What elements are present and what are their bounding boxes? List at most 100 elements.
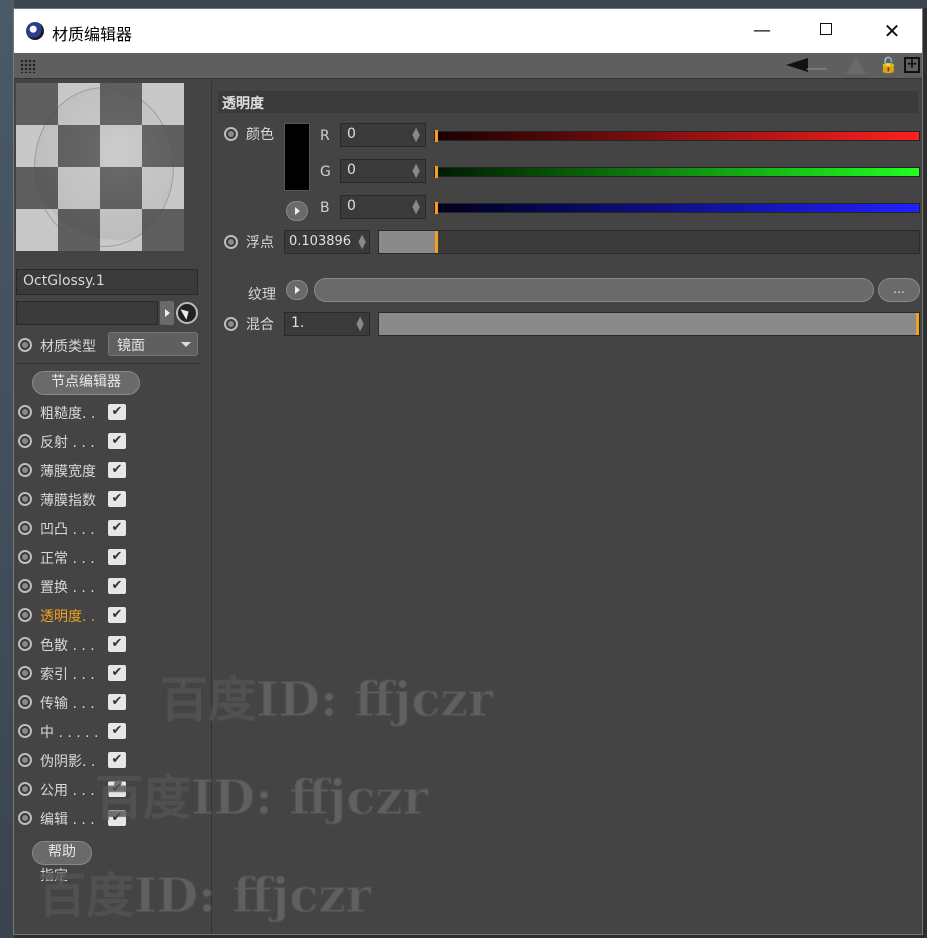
spinner-icon[interactable]: ▲ ▼ — [356, 316, 364, 333]
channel-enable-checkbox[interactable]: ✔ — [108, 723, 126, 739]
channel-item[interactable]: 索引 . . . ✔ — [18, 660, 208, 688]
channel-item[interactable]: 反射 . . . ✔ — [18, 428, 208, 456]
texture-field[interactable] — [314, 278, 874, 302]
channel-radio[interactable] — [18, 550, 32, 564]
mix-slider-handle[interactable] — [916, 313, 919, 335]
b-slider-handle[interactable] — [435, 202, 438, 214]
channel-label[interactable]: 色散 . . . — [40, 635, 95, 655]
channel-enable-checkbox[interactable]: ✔ — [108, 404, 126, 420]
channel-item[interactable]: 薄膜宽度 ✔ — [18, 457, 208, 485]
color-radio[interactable] — [224, 127, 238, 141]
r-slider[interactable] — [434, 130, 920, 142]
texture-expand-button[interactable] — [286, 280, 308, 300]
channel-enable-checkbox[interactable]: ✔ — [108, 810, 126, 826]
channel-radio[interactable] — [18, 695, 32, 709]
channel-radio[interactable] — [18, 463, 32, 477]
channel-label[interactable]: 反射 . . . — [40, 432, 95, 452]
channel-radio[interactable] — [18, 753, 32, 767]
channel-item[interactable]: 置换 . . . ✔ — [18, 573, 208, 601]
g-slider-handle[interactable] — [435, 166, 438, 178]
channel-item[interactable]: 中 . . . . . ✔ — [18, 718, 208, 746]
grip-icon[interactable] — [20, 59, 36, 73]
channel-enable-checkbox[interactable]: ✔ — [108, 636, 126, 652]
channel-radio[interactable] — [18, 608, 32, 622]
channel-radio[interactable] — [18, 405, 32, 419]
channel-radio[interactable] — [18, 811, 32, 825]
channel-item[interactable]: 编辑 . . . ✔ — [18, 805, 208, 833]
channel-radio[interactable] — [18, 579, 32, 593]
b-value-field[interactable]: 0 ▲ ▼ — [340, 195, 426, 219]
minimize-button[interactable]: — — [742, 17, 782, 45]
material-name-field[interactable]: OctGlossy.1 — [16, 269, 198, 295]
channel-item[interactable]: 透明度. . ✔ — [18, 602, 208, 630]
r-slider-handle[interactable] — [435, 130, 438, 142]
b-slider[interactable] — [434, 202, 920, 214]
channel-label[interactable]: 正常 . . . — [40, 548, 95, 568]
channel-enable-checkbox[interactable]: ✔ — [108, 433, 126, 449]
channel-enable-checkbox[interactable]: ✔ — [108, 549, 126, 565]
channel-enable-checkbox[interactable]: ✔ — [108, 607, 126, 623]
channel-label[interactable]: 中 . . . . . — [40, 722, 99, 742]
material-type-radio[interactable] — [18, 338, 32, 352]
spinner-icon[interactable]: ▲ ▼ — [412, 127, 420, 144]
texture-more-button[interactable]: ... — [878, 278, 920, 302]
channel-item[interactable]: 伪阴影. . ✔ — [18, 747, 208, 775]
channel-radio[interactable] — [18, 724, 32, 738]
spinner-icon[interactable]: ▲ ▼ — [358, 234, 366, 251]
material-type-dropdown[interactable]: 镜面 — [108, 332, 198, 356]
color-swatch[interactable] — [284, 123, 310, 191]
channel-enable-checkbox[interactable]: ✔ — [108, 462, 126, 478]
new-window-icon[interactable]: + — [904, 57, 920, 73]
mix-radio[interactable] — [224, 317, 238, 331]
float-value-field[interactable]: 0.103896 ▲ ▼ — [284, 230, 370, 254]
mix-value-field[interactable]: 1. ▲ ▼ — [284, 312, 370, 336]
channel-item[interactable]: 粗糙度. . ✔ — [18, 399, 208, 427]
channel-label[interactable]: 置换 . . . — [40, 577, 95, 597]
channel-label[interactable]: 凹凸 . . . — [40, 519, 95, 539]
help-button[interactable]: 帮助 — [32, 841, 92, 865]
channel-radio[interactable] — [18, 637, 32, 651]
channel-item[interactable]: 凹凸 . . . ✔ — [18, 515, 208, 543]
channel-enable-checkbox[interactable]: ✔ — [108, 520, 126, 536]
channel-label[interactable]: 薄膜宽度 — [40, 461, 96, 481]
float-slider[interactable] — [378, 230, 920, 254]
g-slider[interactable] — [434, 166, 920, 178]
pick-cursor-icon[interactable] — [176, 302, 198, 324]
channel-enable-checkbox[interactable]: ✔ — [108, 752, 126, 768]
channel-label[interactable]: 编辑 . . . — [40, 809, 95, 829]
channel-label[interactable]: 公用 . . . — [40, 780, 95, 800]
channel-label[interactable]: 透明度. . — [40, 606, 95, 626]
channel-label[interactable]: 传输 . . . — [40, 693, 95, 713]
maximize-button[interactable] — [806, 17, 846, 45]
lock-icon[interactable]: 🔓 — [879, 56, 898, 74]
spinner-icon[interactable]: ▲ ▼ — [412, 163, 420, 180]
channel-enable-checkbox[interactable]: ✔ — [108, 694, 126, 710]
channel-item[interactable]: 色散 . . . ✔ — [18, 631, 208, 659]
g-value-field[interactable]: 0 ▲ ▼ — [340, 159, 426, 183]
channel-radio[interactable] — [18, 492, 32, 506]
channel-item[interactable]: 传输 . . . ✔ — [18, 689, 208, 717]
channel-label[interactable]: 索引 . . . — [40, 664, 95, 684]
channel-enable-checkbox[interactable]: ✔ — [108, 491, 126, 507]
float-radio[interactable] — [224, 235, 238, 249]
float-slider-handle[interactable] — [435, 231, 438, 253]
channel-label[interactable]: 粗糙度. . — [40, 403, 95, 423]
channel-enable-checkbox[interactable]: ✔ — [108, 578, 126, 594]
r-value-field[interactable]: 0 ▲ ▼ — [340, 123, 426, 147]
channel-label[interactable]: 薄膜指数 — [40, 490, 96, 510]
expand-arrow-button[interactable] — [160, 301, 174, 325]
channel-item[interactable]: 公用 . . . ✔ — [18, 776, 208, 804]
channel-item[interactable]: 正常 . . . ✔ — [18, 544, 208, 572]
channel-label[interactable]: 伪阴影. . — [40, 751, 95, 771]
channel-enable-checkbox[interactable]: ✔ — [108, 665, 126, 681]
up-arrow-icon[interactable] — [846, 56, 866, 74]
channel-radio[interactable] — [18, 666, 32, 680]
channel-enable-checkbox[interactable]: ✔ — [108, 781, 126, 797]
node-editor-button[interactable]: 节点编辑器 — [32, 371, 140, 395]
color-expand-button[interactable] — [286, 201, 308, 221]
mix-slider[interactable] — [378, 312, 920, 336]
close-button[interactable]: ✕ — [872, 17, 912, 45]
channel-item[interactable]: 薄膜指数 ✔ — [18, 486, 208, 514]
channel-radio[interactable] — [18, 521, 32, 535]
material-link-field[interactable] — [16, 301, 158, 325]
